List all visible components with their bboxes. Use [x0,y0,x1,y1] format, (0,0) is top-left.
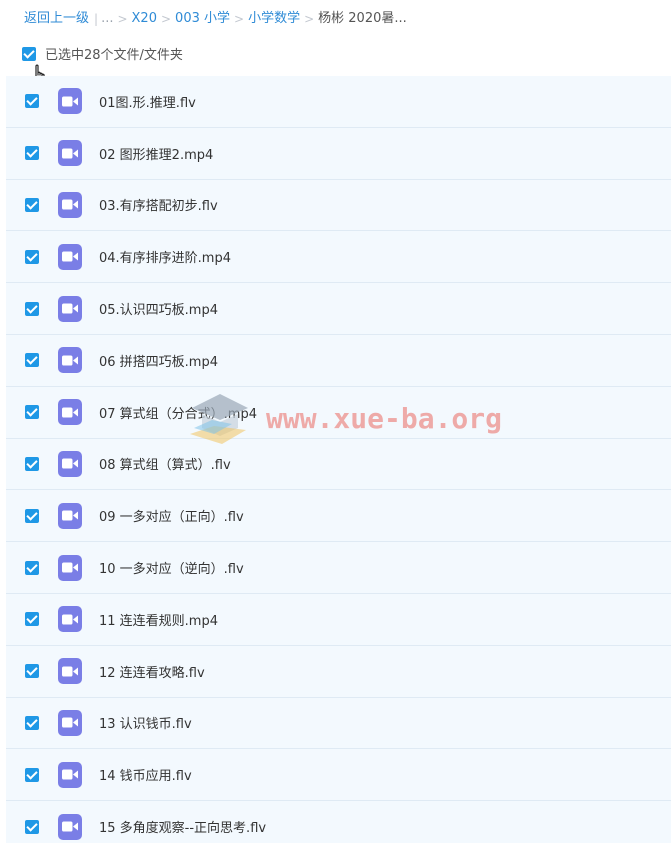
file-name[interactable]: 01图.形.推理.flv [99,92,196,111]
file-checkbox[interactable] [25,456,39,471]
video-file-icon [58,554,82,581]
file-checkbox[interactable] [25,715,39,730]
file-checkbox[interactable] [25,146,39,161]
file-name[interactable]: 11 连连看规则.mp4 [99,610,218,629]
video-file-icon [58,191,82,218]
file-row[interactable]: 15 多角度观察--正向思考.flv [6,801,671,843]
file-checkbox[interactable] [25,560,39,575]
file-row[interactable]: 08 算式组（算式）.flv [6,439,671,491]
file-row[interactable]: 12 连连看攻略.flv [6,646,671,698]
breadcrumb-ellipsis[interactable]: ... [101,10,113,28]
file-row[interactable]: 05.认识四巧板.mp4 [6,283,671,335]
video-file-icon [58,140,82,167]
file-row[interactable]: 03.有序搭配初步.flv [6,180,671,232]
file-row[interactable]: 10 一多对应（逆向）.flv [6,542,671,594]
file-row[interactable]: 11 连连看规则.mp4 [6,594,671,646]
selection-count-label: 已选中28个文件/文件夹 [45,48,183,63]
file-checkbox[interactable] [25,508,39,523]
file-name[interactable]: 12 连连看攻略.flv [99,662,205,681]
file-checkbox[interactable] [25,819,39,834]
file-row[interactable]: 09 一多对应（正向）.flv [6,490,671,543]
file-checkbox[interactable] [25,249,39,264]
file-checkbox[interactable] [25,405,39,420]
video-file-icon [58,88,82,115]
file-row[interactable]: 07 算式组（分合式）.mp4 [6,387,671,439]
file-name[interactable]: 04.有序排序进阶.mp4 [99,247,231,266]
video-file-icon [58,606,82,633]
breadcrumb-sep: > [234,12,245,26]
video-file-icon [58,658,82,685]
select-all: 已选中28个文件/文件夹 [22,44,183,63]
file-name[interactable]: 14 钱币应用.flv [99,765,192,784]
video-file-icon [58,399,82,426]
breadcrumb-sep: > [304,12,315,26]
video-file-icon [58,347,82,374]
file-list: 01图.形.推理.flv 02 图形推理2.mp4 03.有序搭配初步.flv 04.… [6,76,671,843]
video-file-icon [58,295,82,322]
breadcrumb: 返回上一级 | ... > X20 > 003 小学 > 小学数学 > 杨彬 2… [24,10,407,28]
video-file-icon [58,813,82,840]
file-name[interactable]: 05.认识四巧板.mp4 [99,299,218,318]
file-name[interactable]: 10 一多对应（逆向）.flv [99,558,244,577]
file-name[interactable]: 07 算式组（分合式）.mp4 [99,403,257,422]
file-row[interactable]: 06 拼搭四巧板.mp4 [6,335,671,387]
breadcrumb-item-math[interactable]: 小学数学 [248,10,300,28]
breadcrumb-current: 杨彬 2020暑... [318,11,407,26]
select-all-checkbox[interactable] [22,46,36,61]
breadcrumb-sep: > [117,12,128,26]
video-file-icon [58,502,82,529]
video-file-icon [58,761,82,788]
file-name[interactable]: 03.有序搭配初步.flv [99,195,218,214]
breadcrumb-item-x20[interactable]: X20 [132,10,157,28]
file-row[interactable]: 04.有序排序进阶.mp4 [6,231,671,284]
breadcrumb-divider: | [94,12,99,26]
file-row[interactable]: 01图.形.推理.flv [6,76,671,128]
file-checkbox[interactable] [25,301,39,316]
back-link[interactable]: 返回上一级 [24,10,89,28]
file-checkbox[interactable] [25,767,39,782]
video-file-icon [58,709,82,736]
file-name[interactable]: 02 图形推理2.mp4 [99,144,213,163]
video-file-icon [58,450,82,477]
file-row[interactable]: 13 认识钱币.flv [6,698,671,750]
file-row[interactable]: 02 图形推理2.mp4 [6,128,671,180]
breadcrumb-sep: > [160,12,172,26]
file-name[interactable]: 15 多角度观察--正向思考.flv [99,817,266,836]
file-name[interactable]: 09 一多对应（正向）.flv [99,506,244,525]
file-row[interactable]: 14 钱币应用.flv [6,749,671,802]
video-file-icon [58,243,82,270]
file-name[interactable]: 08 算式组（算式）.flv [99,454,231,473]
breadcrumb-item-003[interactable]: 003 小学 [175,10,230,28]
file-checkbox[interactable] [25,94,39,109]
file-checkbox[interactable] [25,664,39,679]
file-checkbox[interactable] [25,612,39,627]
file-name[interactable]: 06 拼搭四巧板.mp4 [99,351,218,370]
file-checkbox[interactable] [25,197,39,212]
file-checkbox[interactable] [25,353,39,368]
file-name[interactable]: 13 认识钱币.flv [99,713,192,732]
